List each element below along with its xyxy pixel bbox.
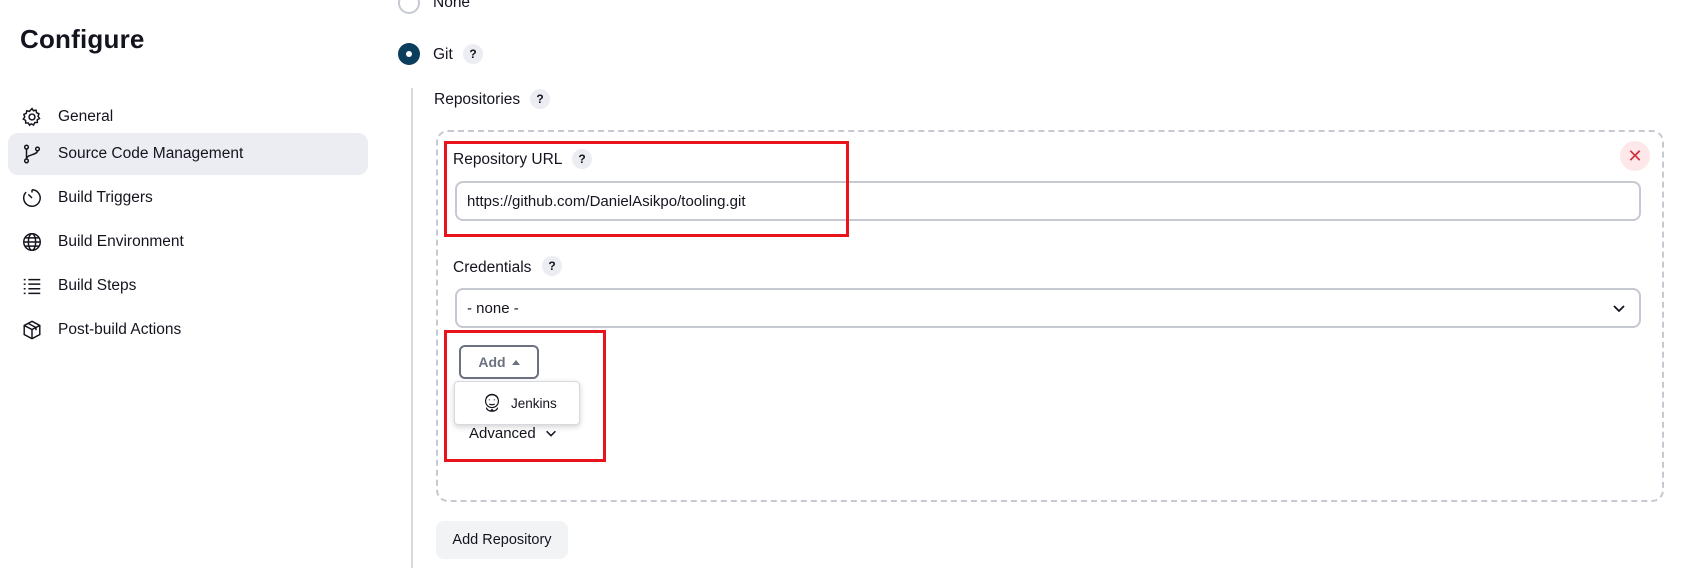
- sidebar-item-build-environment[interactable]: Build Environment: [8, 221, 368, 263]
- git-help-button[interactable]: ?: [463, 44, 483, 64]
- chevron-down-icon: [1613, 305, 1625, 313]
- sidebar-item-post-build-actions[interactable]: Post-build Actions: [8, 309, 368, 351]
- repositories-label: Repositories: [434, 91, 521, 108]
- section-divider: [411, 88, 413, 568]
- sidebar-item-build-triggers[interactable]: Build Triggers: [8, 177, 368, 219]
- add-repository-button[interactable]: Add Repository: [436, 521, 568, 559]
- radio-git-label: Git: [433, 46, 453, 63]
- sidebar-item-label: Post-build Actions: [58, 321, 182, 338]
- sidebar-item-general[interactable]: General: [8, 96, 368, 138]
- credentials-label: Credentials: [453, 259, 532, 276]
- sidebar-item-label: General: [58, 108, 114, 125]
- credentials-select[interactable]: - none -: [455, 288, 1641, 328]
- close-icon[interactable]: ✕: [1620, 141, 1650, 171]
- gear-icon: [20, 105, 44, 129]
- sidebar-item-source-code-management[interactable]: Source Code Management: [8, 133, 368, 175]
- list-icon: [20, 274, 44, 298]
- sidebar-item-label: Source Code Management: [58, 145, 244, 162]
- page-title: Configure: [20, 24, 145, 54]
- radio-git[interactable]: [398, 43, 420, 65]
- radio-none-label: None: [433, 0, 471, 11]
- credentials-help-button[interactable]: ?: [542, 256, 562, 276]
- repositories-help-button[interactable]: ?: [530, 89, 550, 109]
- sidebar-item-label: Build Triggers: [58, 189, 153, 206]
- globe-icon: [20, 230, 44, 254]
- sidebar-item-label: Build Environment: [58, 233, 184, 250]
- credentials-selected-value: - none -: [467, 299, 519, 317]
- package-icon: [20, 318, 44, 342]
- timer-icon: [20, 186, 44, 210]
- sidebar-item-label: Build Steps: [58, 277, 137, 294]
- git-branch-icon: [20, 142, 44, 166]
- highlight-add-credentials: [444, 330, 606, 462]
- highlight-repository-url: [444, 141, 849, 237]
- radio-none[interactable]: [398, 0, 420, 14]
- sidebar-item-build-steps[interactable]: Build Steps: [8, 265, 368, 307]
